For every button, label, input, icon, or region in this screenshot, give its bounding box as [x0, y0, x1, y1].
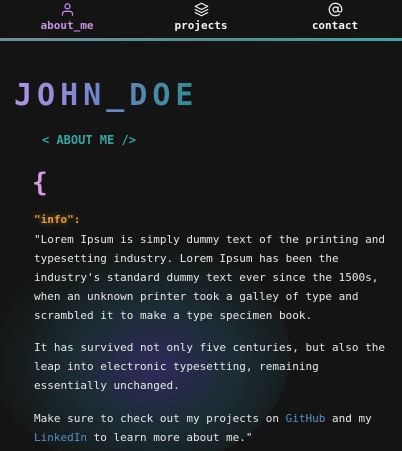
linkedin-link[interactable]: LinkedIn	[34, 431, 87, 444]
about-paragraph-2: It has survived not only five centuries,…	[34, 341, 385, 392]
page-title: JOHN_DOE	[14, 78, 199, 113]
section-heading-about-me: < ABOUT ME />	[42, 133, 136, 147]
info-key: "info":	[34, 213, 81, 226]
nav-label-about-me: about_me	[40, 19, 94, 32]
user-icon	[60, 2, 75, 17]
nav-item-contact[interactable]: contact	[268, 0, 402, 38]
about-paragraph-1: "Lorem Ipsum is simply dummy text of the…	[34, 233, 385, 322]
at-sign-icon	[328, 2, 343, 17]
paragraph-3-middle: and my	[325, 412, 372, 425]
nav-item-projects[interactable]: projects	[134, 0, 268, 38]
about-paragraph-3: Make sure to check out my projects on Gi…	[34, 409, 394, 447]
paragraph-3-suffix: to learn more about me."	[86, 431, 253, 444]
layers-icon	[194, 2, 209, 17]
nav-label-projects: projects	[174, 19, 228, 32]
nav-divider	[0, 38, 402, 41]
paragraph-3-prefix: Make sure to check out my projects on	[34, 412, 286, 425]
top-navigation: about_me projects contact	[0, 0, 402, 38]
nav-label-contact: contact	[311, 19, 359, 32]
nav-item-about-me[interactable]: about_me	[0, 0, 134, 38]
github-link[interactable]: GitHub	[286, 412, 326, 425]
open-brace: {	[32, 168, 48, 198]
